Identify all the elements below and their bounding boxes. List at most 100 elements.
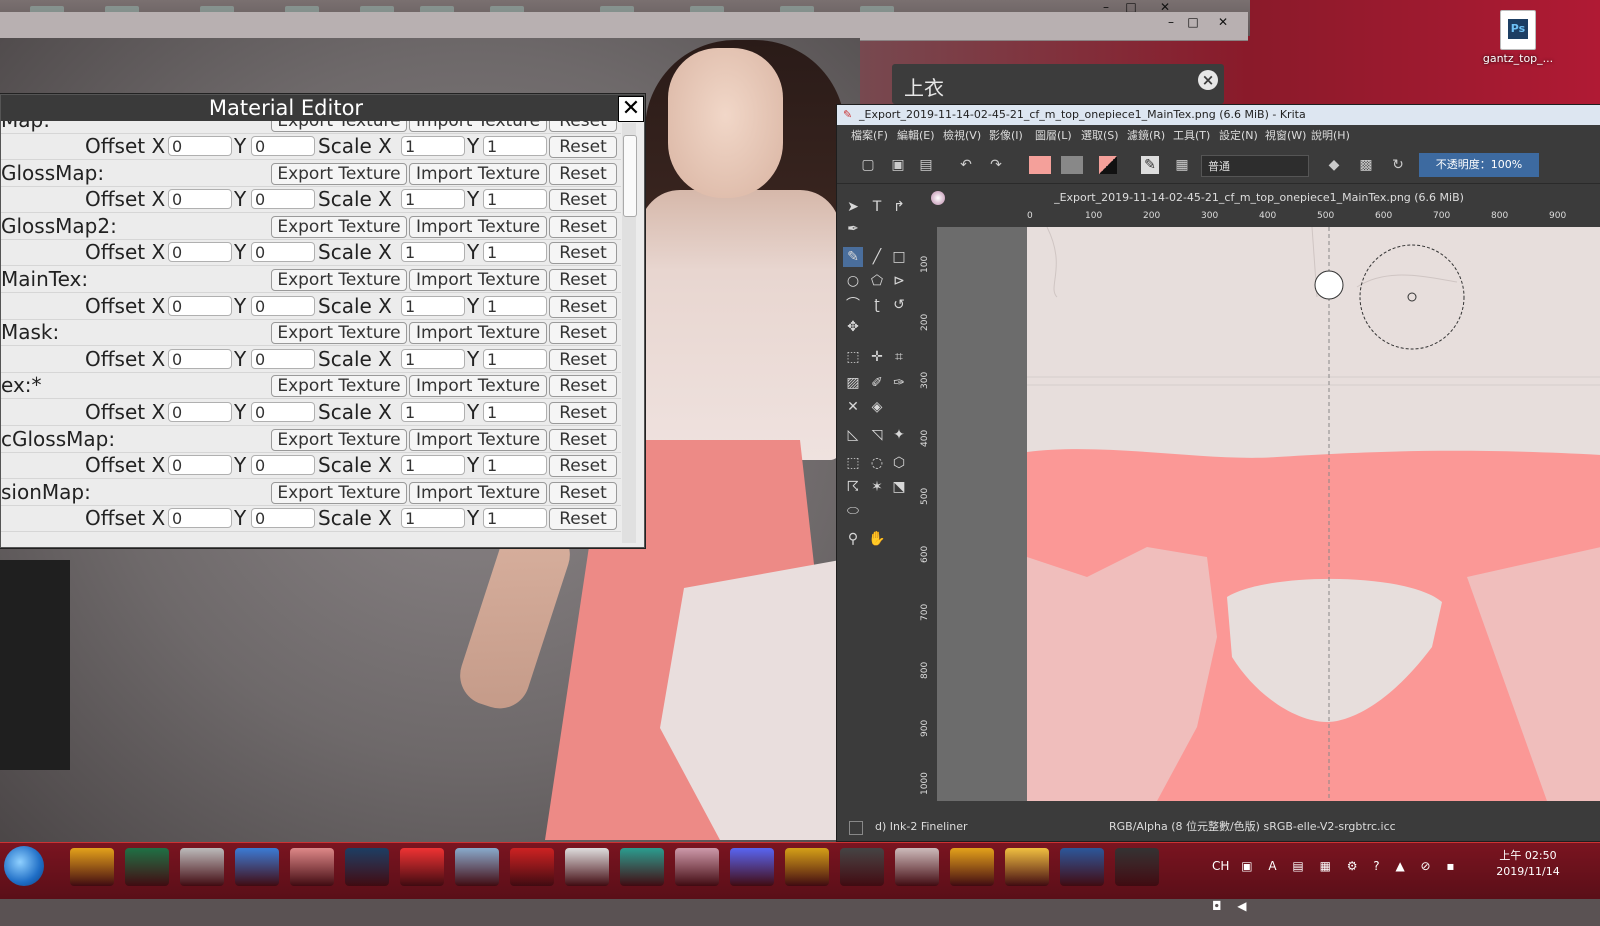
offset-x-input[interactable]: 0 <box>168 295 232 316</box>
scale-x-input[interactable]: 1 <box>401 189 465 210</box>
reset-button[interactable]: Reset <box>549 295 617 318</box>
taskbar-app-notes[interactable]: notes <box>455 848 499 886</box>
close-button[interactable]: ✕ <box>618 96 644 122</box>
reload-icon[interactable]: ↻ <box>1389 156 1407 174</box>
scale-x-input[interactable]: 1 <box>401 136 465 156</box>
magic-wand-tool-icon[interactable]: ✶ <box>867 477 887 497</box>
offset-y-input[interactable]: 0 <box>251 242 315 263</box>
freehand-select-tool-icon[interactable]: ☈ <box>843 477 863 497</box>
ellipse-tool-icon[interactable]: ○ <box>843 271 863 291</box>
taskbar-app-char3[interactable]: char3 <box>1115 848 1159 886</box>
brush-editor-icon[interactable]: ✎ <box>1141 156 1159 174</box>
material-editor-titlebar[interactable]: Material Editor ✕ <box>1 95 644 122</box>
taskbar-app-excel[interactable]: excel <box>125 848 169 886</box>
new-document-icon[interactable]: ▢ <box>859 156 877 174</box>
maximize-icon[interactable]: □ <box>1182 15 1204 29</box>
import-texture-button[interactable]: Import Texture <box>409 428 547 451</box>
blend-mode-select[interactable]: 普通 <box>1201 155 1309 177</box>
pan-tool-icon[interactable]: ✋ <box>867 529 887 549</box>
reset-button[interactable]: Reset <box>549 215 617 238</box>
eraser-icon[interactable]: ◆ <box>1325 156 1343 174</box>
menu-item[interactable]: 檢視(V) <box>943 125 981 147</box>
move-tool-icon[interactable]: ✛ <box>867 347 887 367</box>
offset-y-input[interactable]: 0 <box>251 189 315 210</box>
scale-y-input[interactable]: 1 <box>483 508 547 529</box>
offset-x-input[interactable]: 0 <box>168 136 232 156</box>
export-texture-button[interactable]: Export Texture <box>271 121 407 132</box>
reset-button[interactable]: Reset <box>549 189 617 212</box>
scale-x-input[interactable]: 1 <box>401 348 465 369</box>
color-picker-tool-icon[interactable]: ✐ <box>867 373 887 393</box>
select-shape-tool-icon[interactable]: ➤ <box>843 197 863 217</box>
import-texture-button[interactable]: Import Texture <box>409 375 547 398</box>
offset-y-input[interactable]: 0 <box>251 348 315 369</box>
rect-select-tool-icon[interactable]: ⬚ <box>843 453 863 473</box>
scale-x-input[interactable]: 1 <box>401 455 465 476</box>
reset-button[interactable]: Reset <box>549 375 617 398</box>
menu-item[interactable]: 濾鏡(R) <box>1127 125 1165 147</box>
pattern-swatch[interactable] <box>1061 156 1083 174</box>
import-texture-button[interactable]: Import Texture <box>409 481 547 504</box>
bezier-tool-icon[interactable]: ⌒ <box>843 295 863 315</box>
polygon-select-tool-icon[interactable]: ⬡ <box>889 453 909 473</box>
taskbar-app-3ds[interactable]: 3ds <box>620 848 664 886</box>
minimize-icon[interactable]: – <box>1160 15 1182 29</box>
reset-button[interactable]: Reset <box>549 162 617 185</box>
export-texture-button[interactable]: Export Texture <box>271 162 407 185</box>
dynamic-brush-tool-icon[interactable]: ↺ <box>889 295 909 315</box>
text-tool-icon[interactable]: T <box>867 197 887 217</box>
taskbar-app-char2[interactable]: char2 <box>895 848 939 886</box>
taskbar-app-word[interactable]: word <box>1060 848 1104 886</box>
polyline-tool-icon[interactable]: ⊳ <box>889 271 909 291</box>
alpha-lock-icon[interactable]: ▩ <box>1357 156 1375 174</box>
export-texture-button[interactable]: Export Texture <box>271 375 407 398</box>
document-tab[interactable]: _Export_2019-11-14-02-45-21_cf_m_top_one… <box>917 189 1600 207</box>
import-texture-button[interactable]: Import Texture <box>409 162 547 185</box>
menu-item[interactable]: 說明(H) <box>1311 125 1350 147</box>
scale-y-input[interactable]: 1 <box>483 402 547 422</box>
reset-button[interactable]: Reset <box>549 508 617 531</box>
undo-icon[interactable]: ↶ <box>957 156 975 174</box>
import-texture-button[interactable]: Import Texture <box>409 121 547 132</box>
canvas-document[interactable] <box>1027 227 1600 801</box>
taskbar-app-network[interactable]: network <box>180 848 224 886</box>
import-texture-button[interactable]: Import Texture <box>409 322 547 345</box>
close-icon[interactable]: × <box>1198 70 1218 90</box>
menu-item[interactable]: 檔案(F) <box>851 125 888 147</box>
scale-y-input[interactable]: 1 <box>483 136 547 156</box>
freehand-brush-tool-icon[interactable]: ✎ <box>843 247 863 267</box>
menu-item[interactable]: 圖層(L) <box>1035 125 1072 147</box>
import-texture-button[interactable]: Import Texture <box>409 215 547 238</box>
offset-x-input[interactable]: 0 <box>168 189 232 210</box>
import-texture-button[interactable]: Import Texture <box>409 269 547 291</box>
scale-x-input[interactable]: 1 <box>401 508 465 529</box>
reset-button[interactable]: Reset <box>549 242 617 265</box>
export-texture-button[interactable]: Export Texture <box>271 215 407 238</box>
smart-patch-tool-icon[interactable]: ✑ <box>889 373 909 393</box>
redo-icon[interactable]: ↷ <box>987 156 1005 174</box>
reset-button[interactable]: Reset <box>549 136 617 158</box>
reset-button[interactable]: Reset <box>549 481 617 504</box>
scale-y-input[interactable]: 1 <box>483 189 547 210</box>
menu-item[interactable]: 編輯(E) <box>897 125 935 147</box>
polygon-tool-icon[interactable]: ⬠ <box>867 271 887 291</box>
crop-tool-icon[interactable]: ⌗ <box>889 347 909 367</box>
offset-y-input[interactable]: 0 <box>251 508 315 529</box>
offset-x-input[interactable]: 0 <box>168 348 232 369</box>
reset-button[interactable]: Reset <box>549 269 617 291</box>
fill-gradient-swatch[interactable] <box>1029 156 1051 174</box>
desktop-file-icon[interactable]: Ps <box>1500 10 1536 50</box>
offset-y-input[interactable]: 0 <box>251 402 315 422</box>
open-icon[interactable]: ▣ <box>889 156 907 174</box>
offset-y-input[interactable]: 0 <box>251 295 315 316</box>
opacity-slider[interactable]: 不透明度：100% <box>1419 153 1539 177</box>
rectangle-tool-icon[interactable]: □ <box>889 247 909 267</box>
offset-x-input[interactable]: 0 <box>168 402 232 422</box>
taskbar-app-folder[interactable]: folder <box>1005 848 1049 886</box>
measure-tool-icon[interactable]: ◺ <box>843 425 863 445</box>
offset-x-input[interactable]: 0 <box>168 455 232 476</box>
taskbar-app-pdf[interactable]: pdf <box>400 848 444 886</box>
krita-titlebar[interactable]: ✎ _Export_2019-11-14-02-45-21_cf_m_top_o… <box>837 105 1600 125</box>
taskbar-app-brush[interactable]: brush <box>290 848 334 886</box>
bezier-select-tool-icon[interactable]: ⬭ <box>843 501 863 521</box>
